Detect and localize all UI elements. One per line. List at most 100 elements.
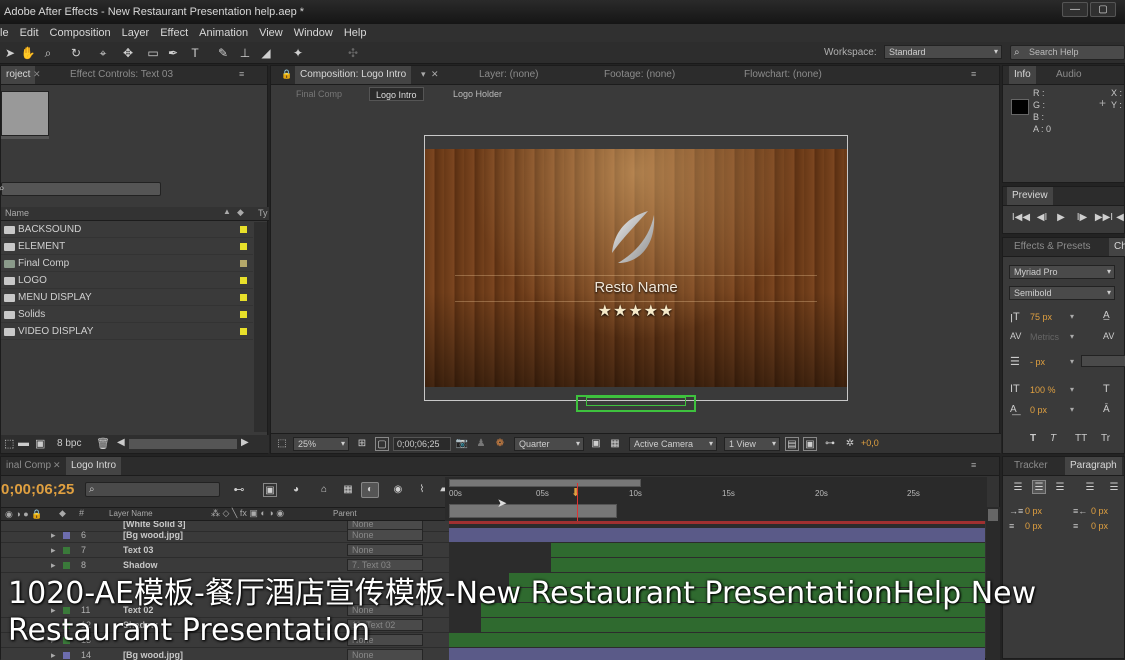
menu-animation[interactable]: Animation [199,27,248,39]
tab-tracker[interactable]: Tracker [1009,457,1053,475]
font-size-value[interactable]: 75 px [1030,312,1052,322]
layer-duration-bar[interactable] [449,528,985,542]
search-help-field[interactable]: ⌕ Search Help [1010,45,1125,60]
layer-duration-bar[interactable] [449,633,985,647]
region-of-interest-icon[interactable]: ▣ [589,437,603,451]
indent-right-value[interactable]: 0 px [1091,506,1108,516]
tab-info[interactable]: Info [1009,66,1036,84]
show-snapshot-icon[interactable]: ♟ [474,437,488,451]
tab-footage[interactable]: Footage: (none) [599,66,680,84]
clone-tool-icon[interactable]: ⊥ [237,45,253,61]
layer-duration-bar[interactable] [481,618,985,632]
comp-dropdown-icon[interactable]: ▾ [421,69,426,80]
project-scrollbar[interactable] [254,222,267,432]
snapshot-icon[interactable]: 📷 [455,437,469,451]
tab-logo-intro[interactable]: Logo Intro [66,457,122,475]
current-time-display[interactable]: 0;00;06;25 [1,481,74,498]
horizontal-scrollbar[interactable] [129,439,237,449]
layer-name[interactable]: [Bg wood.jpg] [123,648,183,660]
work-area-range[interactable] [449,504,617,518]
faux-italic-button[interactable]: T [1050,433,1056,444]
expand-arrow-icon[interactable]: ▸ [51,528,56,543]
trash-icon[interactable]: 🗑 [96,437,110,450]
safe-margins-icon[interactable]: ⊞ [355,437,369,451]
project-search-input[interactable]: ⌕ [0,182,161,196]
table-row[interactable]: ▸ 6 [Bg wood.jpg] None [1,528,449,543]
tab-composition[interactable]: Composition: Logo Intro [295,66,412,84]
faux-bold-button[interactable]: T [1030,433,1036,444]
layer-search-input[interactable]: ⌕ [85,482,220,497]
play-button[interactable]: ▶ [1053,211,1069,225]
dropdown-arrow-icon[interactable]: ▾ [1070,357,1074,366]
brainstorm-icon[interactable]: ◉ [391,483,405,497]
lock-icon[interactable]: 🔒 [281,69,292,80]
parent-select[interactable]: None [347,649,423,660]
eraser-tool-icon[interactable]: ◢ [258,45,274,61]
expand-arrow-icon[interactable]: ▸ [51,543,56,558]
menu-help[interactable]: Help [344,27,367,39]
maximize-button[interactable]: ▢ [1090,2,1116,17]
indent-left-value[interactable]: 0 px [1025,506,1042,516]
tab-preview[interactable]: Preview [1007,187,1053,205]
scroll-up-icon[interactable] [988,509,998,521]
pixel-aspect-icon[interactable]: ▤ [785,437,799,451]
workspace-select[interactable]: Standard [884,45,1002,59]
kerning-value[interactable]: Metrics [1030,332,1059,342]
list-item[interactable]: Final Comp [1,256,253,272]
tab-final-comp[interactable]: inal Comp [1,457,56,475]
breadcrumb-item[interactable]: Final Comp [296,89,342,99]
breadcrumb-item-active[interactable]: Logo Intro [369,87,424,101]
menu-window[interactable]: Window [294,27,333,39]
exposure-value[interactable]: +0,0 [861,438,879,448]
frame-blending-icon[interactable]: ▦ [341,483,355,497]
font-family-select[interactable]: Myriad Pro [1009,265,1115,279]
menu-file[interactable]: le [0,27,9,39]
all-caps-button[interactable]: TT [1075,433,1087,444]
rectangle-tool-icon[interactable]: ▭ [145,45,161,61]
list-item[interactable]: ELEMENT [1,239,253,255]
parent-header[interactable]: Parent [333,509,357,518]
tab-audio[interactable]: Audio [1051,66,1087,84]
table-row[interactable]: ▸ 14 [Bg wood.jpg] None [1,648,449,660]
always-preview-icon[interactable]: ⬚ [275,437,289,451]
small-caps-button[interactable]: Tr [1101,433,1110,444]
align-center-icon[interactable]: ☰ [1032,480,1046,494]
close-icon[interactable]: ✕ [431,69,439,80]
label-swatch[interactable] [63,652,70,659]
camera-select[interactable]: Active Camera [629,437,717,451]
live-update-icon[interactable]: ▣ [263,483,277,497]
close-icon[interactable]: ✕ [53,460,61,471]
justify-left-icon[interactable]: ☰ [1083,481,1097,495]
stroke-style-select[interactable] [1081,355,1125,367]
channel-icon[interactable]: ❁ [493,437,507,451]
tab-paragraph[interactable]: Paragraph [1065,457,1122,475]
playhead-icon[interactable]: ⬇ [571,486,580,499]
col-name-header[interactable]: Name [5,208,29,218]
time-ruler[interactable]: 00s 05s 10s 15s 20s 25s ⬇ ➤ [445,477,987,521]
list-item[interactable]: BACKSOUND [1,222,253,238]
resolution-select[interactable]: Quarter [514,437,584,451]
draft-3d-icon[interactable]: ◕ [289,483,303,497]
panel-menu-icon[interactable]: ≡ [971,460,976,470]
tab-project[interactable]: roject [1,66,36,84]
rotate-tool-icon[interactable]: ↻ [68,45,84,61]
menu-view[interactable]: View [259,27,283,39]
transparency-grid-icon[interactable]: ▦ [608,437,622,451]
flowchart-icon[interactable]: ⊶ [823,437,837,451]
menu-effect[interactable]: Effect [160,27,188,39]
layer-name[interactable]: [Bg wood.jpg] [123,528,183,543]
layer-name-header[interactable]: Layer Name [109,509,153,518]
shy-layers-icon[interactable]: ⌂ [317,483,331,497]
list-item[interactable]: Solids [1,307,253,323]
composition-viewer[interactable]: Resto Name ★★★★★ [425,149,847,387]
work-area-bar[interactable] [449,479,641,487]
minimize-button[interactable]: — [1062,2,1088,17]
close-icon[interactable]: ✕ [33,69,41,80]
leading-value[interactable]: - px [1030,357,1045,367]
magnification-select[interactable]: 25% [293,437,349,451]
type-tool-icon[interactable]: T [187,45,203,61]
view-layout-select[interactable]: 1 View [724,437,780,451]
new-folder-icon[interactable]: ▬ [18,437,29,449]
parent-select[interactable]: None [347,529,423,541]
list-item[interactable]: VIDEO DISPLAY [1,324,253,340]
